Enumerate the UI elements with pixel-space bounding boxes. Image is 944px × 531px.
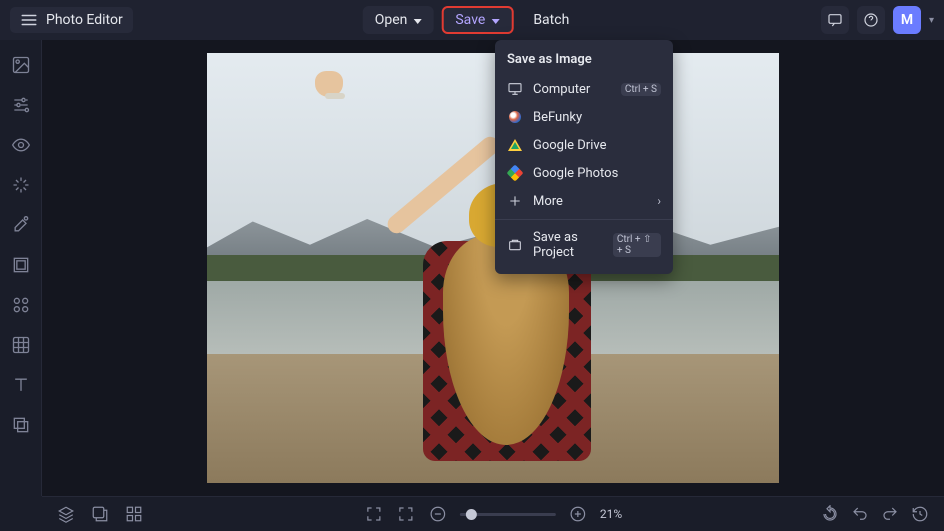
history-icon — [911, 505, 929, 523]
tool-ai[interactable] — [10, 174, 32, 196]
zoom-in-button[interactable] — [568, 504, 588, 524]
tool-sidebar — [0, 40, 42, 496]
divider — [495, 219, 673, 220]
tool-adjust[interactable] — [10, 94, 32, 116]
layers-icon — [57, 505, 75, 523]
app-header: Photo Editor Open Save Batch M ▾ — [0, 0, 944, 40]
save-befunky[interactable]: BeFunky — [495, 103, 673, 131]
header-center: Open Save Batch — [363, 6, 582, 34]
compare-icon — [91, 505, 109, 523]
computer-icon — [507, 81, 523, 97]
chevron-down-icon — [491, 12, 499, 28]
reset-icon — [821, 505, 839, 523]
save-google-photos[interactable]: Google Photos — [495, 159, 673, 187]
grid-icon — [125, 505, 143, 523]
canvas-area[interactable] — [42, 40, 944, 496]
account-chevron-icon[interactable]: ▾ — [929, 15, 934, 26]
undo-button[interactable] — [850, 504, 870, 524]
avatar[interactable]: M — [893, 6, 921, 34]
sliders-icon — [11, 95, 31, 115]
google-photos-icon — [507, 165, 523, 181]
image-icon — [11, 55, 31, 75]
befunky-icon — [507, 109, 523, 125]
save-as-project[interactable]: Save as Project Ctrl + ⇧ + S — [495, 224, 673, 266]
tool-image[interactable] — [10, 54, 32, 76]
fit-icon — [397, 505, 415, 523]
chat-icon — [827, 12, 843, 28]
save-button[interactable]: Save — [441, 6, 513, 34]
save-computer[interactable]: Computer Ctrl + S — [495, 75, 673, 103]
sparkle-icon — [11, 175, 31, 195]
history-button[interactable] — [910, 504, 930, 524]
shortcut-label: Ctrl + ⇧ + S — [613, 233, 661, 257]
tool-shapes[interactable] — [10, 294, 32, 316]
reset-button[interactable] — [820, 504, 840, 524]
project-icon — [507, 237, 523, 253]
eye-icon — [11, 135, 31, 155]
batch-button[interactable]: Batch — [521, 6, 581, 34]
zoom-value: 21% — [600, 507, 622, 521]
shortcut-label: Ctrl + S — [621, 83, 661, 96]
header-right: M ▾ — [821, 6, 934, 34]
photo-preview — [207, 53, 779, 483]
tool-view[interactable] — [10, 134, 32, 156]
minus-circle-icon — [429, 505, 447, 523]
chevron-down-icon — [413, 12, 421, 28]
brush-icon — [11, 215, 31, 235]
zoom-slider[interactable] — [460, 513, 556, 516]
save-google-drive[interactable]: Google Drive — [495, 131, 673, 159]
hamburger-icon — [20, 11, 38, 29]
tool-overlay[interactable] — [10, 414, 32, 436]
save-dropdown-title: Save as Image — [495, 48, 673, 75]
bottom-bar: 21% — [42, 496, 944, 531]
grid-button[interactable] — [124, 504, 144, 524]
zoom-out-button[interactable] — [428, 504, 448, 524]
shapes-icon — [11, 295, 31, 315]
text-icon — [11, 375, 31, 395]
fullscreen-icon — [365, 505, 383, 523]
plus-icon — [507, 193, 523, 209]
help-icon — [863, 12, 879, 28]
tool-frame[interactable] — [10, 254, 32, 276]
redo-icon — [881, 505, 899, 523]
app-menu[interactable]: Photo Editor — [10, 7, 133, 33]
fullscreen-button[interactable] — [364, 504, 384, 524]
texture-icon — [11, 335, 31, 355]
compare-button[interactable] — [90, 504, 110, 524]
app-title: Photo Editor — [46, 12, 123, 28]
save-dropdown: Save as Image Computer Ctrl + S BeFunky … — [495, 40, 673, 274]
fit-button[interactable] — [396, 504, 416, 524]
redo-button[interactable] — [880, 504, 900, 524]
chevron-right-icon: › — [657, 194, 661, 208]
overlay-icon — [11, 415, 31, 435]
help-button[interactable] — [857, 6, 885, 34]
google-drive-icon — [507, 137, 523, 153]
feedback-button[interactable] — [821, 6, 849, 34]
frame-icon — [11, 255, 31, 275]
plus-circle-icon — [569, 505, 587, 523]
save-more[interactable]: More › — [495, 187, 673, 215]
tool-texture[interactable] — [10, 334, 32, 356]
tool-text[interactable] — [10, 374, 32, 396]
tool-brush[interactable] — [10, 214, 32, 236]
layers-button[interactable] — [56, 504, 76, 524]
undo-icon — [851, 505, 869, 523]
open-button[interactable]: Open — [363, 6, 434, 34]
